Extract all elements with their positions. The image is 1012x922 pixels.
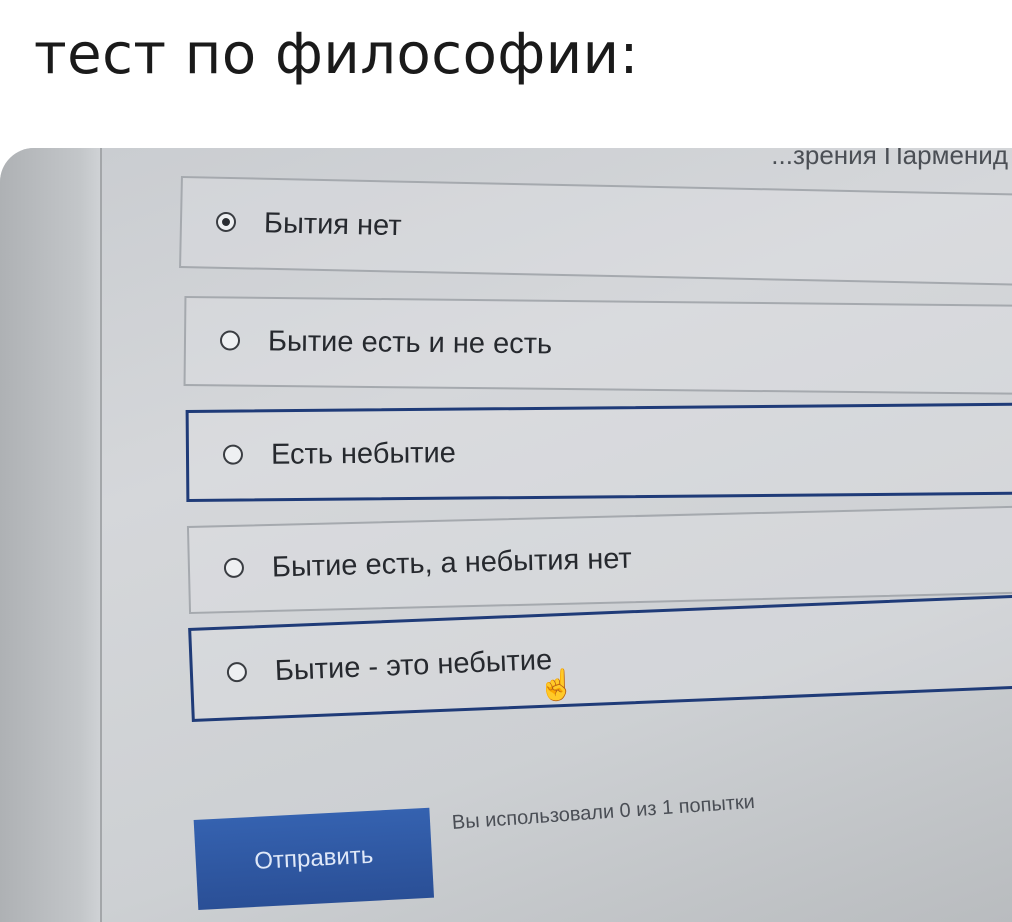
answer-option-4[interactable]: Бытие есть, а небытия нет bbox=[186, 505, 1012, 614]
left-sidebar bbox=[0, 148, 102, 922]
radio-button[interactable] bbox=[222, 444, 244, 465]
radio-button[interactable] bbox=[226, 661, 248, 683]
hand-pointer-icon: ☝ bbox=[538, 669, 576, 702]
radio-button[interactable] bbox=[219, 330, 241, 351]
meme-caption: тест по философии: bbox=[34, 22, 639, 87]
answer-option-2[interactable]: Бытие есть и не есть bbox=[183, 296, 1012, 396]
attempts-counter: Вы использовали 0 из 1 попытки bbox=[451, 790, 756, 834]
answer-option-label: Бытие есть и не есть bbox=[267, 325, 553, 361]
answer-option-label: Бытия нет bbox=[263, 207, 402, 243]
answer-option-label: Бытие есть, а небытия нет bbox=[271, 542, 633, 584]
submit-button[interactable]: Отправить bbox=[193, 807, 435, 910]
answer-option-5[interactable]: Бытие - это небытие bbox=[188, 593, 1012, 722]
answer-option-label: Бытие - это небытие bbox=[274, 643, 553, 688]
answer-option-3[interactable]: Есть небытие bbox=[185, 402, 1012, 502]
answer-option-label: Есть небытие bbox=[270, 437, 456, 471]
radio-button[interactable] bbox=[223, 557, 245, 579]
screen-photo: ...зрения Парменид Бытия нет Бытие есть … bbox=[0, 148, 1012, 922]
question-text-fragment: ...зрения Парменид bbox=[771, 148, 1008, 170]
radio-button-checked[interactable] bbox=[215, 211, 237, 233]
answer-option-1[interactable]: Бытия нет bbox=[179, 176, 1012, 287]
